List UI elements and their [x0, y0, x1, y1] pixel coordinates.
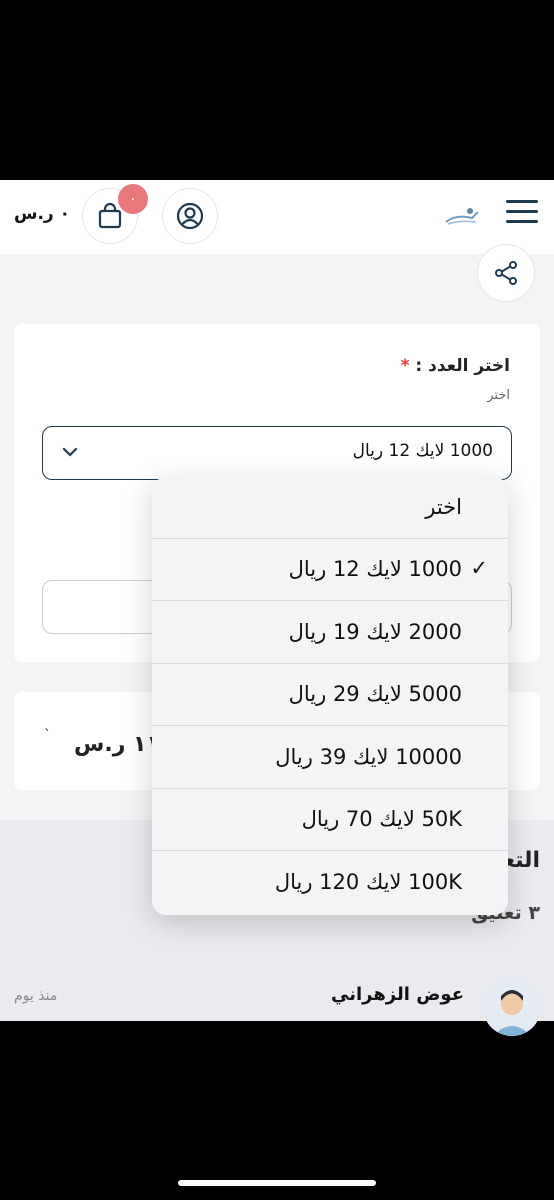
quantity-dropdown-menu: اختر ✓ 1000 لايك 12 ريال 2000 لايك 19 ري…: [152, 477, 508, 915]
logo[interactable]: [442, 202, 482, 232]
home-indicator: [178, 1180, 376, 1186]
dropdown-option-selected[interactable]: ✓ 1000 لايك 12 ريال: [152, 539, 508, 601]
price-value: ١١ ر.س: [74, 732, 160, 757]
avatar: [483, 978, 541, 1036]
app-header: ٠ ٠ ر.س: [0, 180, 554, 254]
dropdown-option[interactable]: 2000 لايك 19 ريال: [152, 602, 508, 664]
share-icon: [495, 261, 517, 285]
share-button[interactable]: [477, 244, 535, 302]
checkmark-icon: ✓: [470, 556, 488, 580]
menu-icon[interactable]: [506, 200, 538, 228]
user-icon: [176, 202, 204, 230]
dropdown-option[interactable]: 50K لايك 70 ريال: [152, 789, 508, 851]
price-tick: `: [44, 728, 51, 744]
cart-total: ٠ ر.س: [14, 204, 71, 224]
comment-author: عوض الزهراني: [330, 984, 464, 1005]
dropdown-option[interactable]: 5000 لايك 29 ريال: [152, 664, 508, 726]
dropdown-option[interactable]: 10000 لايك 39 ريال: [152, 727, 508, 789]
quantity-label: اختر العدد : *: [400, 356, 510, 376]
select-value: 1000 لايك 12 ريال: [352, 441, 493, 461]
dropdown-option[interactable]: 100K لايك 120 ريال: [152, 852, 508, 914]
dropdown-option[interactable]: اختر: [152, 477, 508, 539]
chevron-down-icon: [62, 447, 78, 457]
required-mark: *: [400, 356, 410, 376]
quantity-hint: اختر: [487, 388, 510, 403]
screen: ٠ ٠ ر.س اختر العدد : * اختر 1000 لايك 12…: [0, 0, 554, 1200]
comment-time: منذ يوم: [14, 988, 58, 1004]
quantity-select[interactable]: 1000 لايك 12 ريال: [42, 426, 512, 480]
account-button[interactable]: [162, 188, 218, 244]
cart-count-badge: ٠: [118, 184, 148, 214]
